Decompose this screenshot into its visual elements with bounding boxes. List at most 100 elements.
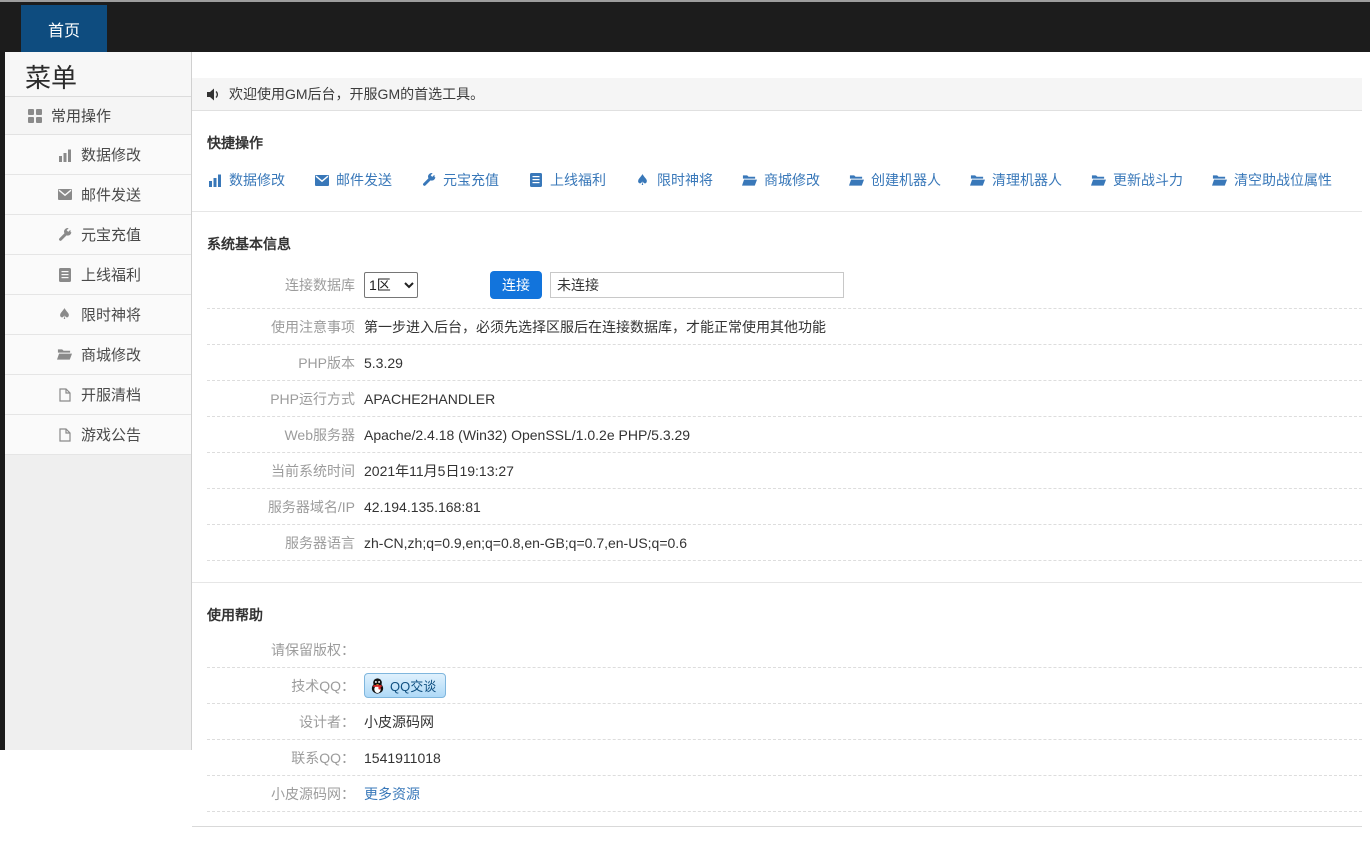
table-row: 当前系统时间 2021年11月5日19:13:27 — [207, 453, 1362, 489]
connect-status-input[interactable] — [550, 272, 844, 298]
sidebar-section-label: 常用操作 — [51, 105, 111, 126]
quick-link-label: 上线福利 — [550, 170, 606, 190]
more-resources-link[interactable]: 更多资源 — [364, 784, 420, 804]
table-row: PHP运行方式 APACHE2HANDLER — [207, 381, 1362, 417]
tech-qq-label: 技术QQ： — [207, 676, 355, 696]
tab-home[interactable]: 首页 — [21, 5, 107, 52]
sidebar-item-ingot-recharge[interactable]: 元宝充值 — [5, 215, 191, 255]
spade-icon: ♠ — [635, 173, 650, 188]
sidebar-item-limited-hero[interactable]: ♠ 限时神将 — [5, 295, 191, 335]
quick-link-data-edit[interactable]: 数据修改 — [207, 170, 285, 190]
grid-icon — [27, 109, 42, 123]
info-label: 当前系统时间 — [207, 461, 355, 481]
tab-home-label: 首页 — [48, 17, 80, 41]
folder-icon — [57, 348, 72, 361]
info-label: 服务器语言 — [207, 533, 355, 553]
table-row: 服务器域名/IP 42.194.135.168:81 — [207, 489, 1362, 525]
file-icon — [57, 388, 72, 402]
qq-penguin-icon — [370, 677, 385, 694]
designer-label: 设计者： — [207, 712, 355, 732]
folder-icon — [970, 174, 985, 187]
quick-link-mall-edit[interactable]: 商城修改 — [742, 170, 820, 190]
sidebar-section-common-ops[interactable]: 常用操作 — [5, 97, 191, 135]
copyright-row: 请保留版权： — [207, 632, 1362, 668]
info-value: 42.194.135.168:81 — [364, 499, 481, 515]
sidebar-item-label: 上线福利 — [81, 264, 141, 285]
quick-actions-title: 快捷操作 — [192, 111, 1370, 153]
quick-link-mail-send[interactable]: 邮件发送 — [314, 170, 392, 190]
table-row: 服务器语言 zh-CN,zh;q=0.9,en;q=0.8,en-GB;q=0.… — [207, 525, 1362, 561]
sidebar-title: 菜单 — [5, 52, 191, 97]
tech-qq-row: 技术QQ： QQ交谈 — [207, 668, 1362, 704]
envelope-icon — [314, 175, 329, 186]
quick-link-clean-robot[interactable]: 清理机器人 — [970, 170, 1062, 190]
info-label: 使用注意事项 — [207, 317, 355, 337]
copyright-label: 请保留版权： — [207, 640, 355, 660]
info-value: 第一步进入后台，必须先选择区服后在连接数据库，才能正常使用其他功能 — [364, 317, 826, 337]
sidebar-item-mall-edit[interactable]: 商城修改 — [5, 335, 191, 375]
quick-link-limited-hero[interactable]: ♠ 限时神将 — [635, 170, 713, 190]
folder-icon — [1091, 174, 1106, 187]
table-row: 使用注意事项 第一步进入后台，必须先选择区服后在连接数据库，才能正常使用其他功能 — [207, 309, 1362, 345]
quick-links-row: 数据修改 邮件发送 元宝充值 上线福利 ♠ 限时神将 商城修改 创建机器人 清理 — [192, 153, 1370, 190]
folder-icon — [1212, 174, 1227, 187]
help-title: 使用帮助 — [192, 583, 1370, 625]
connect-db-controls: 1区 连接 — [364, 271, 844, 299]
wrench-icon — [57, 228, 72, 242]
folder-icon — [849, 174, 864, 187]
info-value: zh-CN,zh;q=0.9,en;q=0.8,en-GB;q=0.7,en-U… — [364, 535, 687, 551]
connect-db-row: 连接数据库 1区 连接 — [207, 261, 1362, 309]
sidebar-item-label: 限时神将 — [81, 304, 141, 325]
quick-link-clear-assist-attr[interactable]: 清空助战位属性 — [1212, 170, 1332, 190]
connect-button[interactable]: 连接 — [490, 271, 542, 299]
topbar: 首页 — [0, 0, 1370, 52]
speaker-icon — [206, 88, 221, 101]
contact-qq-value: 1541911018 — [364, 750, 441, 766]
bar-chart-icon — [207, 173, 222, 187]
sidebar-item-mail-send[interactable]: 邮件发送 — [5, 175, 191, 215]
bottom-divider — [192, 826, 1362, 827]
wrench-icon — [421, 173, 436, 187]
connect-db-label: 连接数据库 — [207, 275, 355, 295]
sidebar-item-game-notice[interactable]: 游戏公告 — [5, 415, 191, 455]
system-info-table: 连接数据库 1区 连接 使用注意事项 第一步进入后台，必须先选择区服后在连接数据… — [192, 261, 1362, 561]
sidebar-item-label: 游戏公告 — [81, 424, 141, 445]
main-content: 欢迎使用GM后台，开服GM的首选工具。 快捷操作 数据修改 邮件发送 元宝充值 … — [192, 52, 1370, 827]
book-icon — [57, 268, 72, 282]
sidebar: 菜单 常用操作 数据修改 邮件发送 元宝充值 上线福利 ♠ 限时神将 — [0, 52, 192, 750]
system-info-title: 系统基本信息 — [192, 212, 1370, 254]
spade-icon: ♠ — [57, 307, 72, 322]
info-value: APACHE2HANDLER — [364, 391, 495, 407]
info-label: PHP运行方式 — [207, 389, 355, 409]
zone-select[interactable]: 1区 — [364, 272, 418, 298]
table-row: Web服务器 Apache/2.4.18 (Win32) OpenSSL/1.0… — [207, 417, 1362, 453]
quick-link-label: 限时神将 — [657, 170, 713, 190]
sidebar-item-data-edit[interactable]: 数据修改 — [5, 135, 191, 175]
contact-qq-label: 联系QQ： — [207, 748, 355, 768]
sidebar-item-label: 元宝充值 — [81, 224, 141, 245]
sidebar-item-server-wipe[interactable]: 开服清档 — [5, 375, 191, 415]
sidebar-item-label: 商城修改 — [81, 344, 141, 365]
file-icon — [57, 428, 72, 442]
qq-chat-button[interactable]: QQ交谈 — [364, 673, 446, 698]
sidebar-item-online-welfare[interactable]: 上线福利 — [5, 255, 191, 295]
quick-link-label: 商城修改 — [764, 170, 820, 190]
qq-chat-button-label: QQ交谈 — [390, 676, 436, 695]
quick-link-label: 清空助战位属性 — [1234, 170, 1332, 190]
bar-chart-icon — [57, 148, 72, 162]
quick-link-online-welfare[interactable]: 上线福利 — [528, 170, 606, 190]
folder-icon — [742, 174, 757, 187]
table-row: PHP版本 5.3.29 — [207, 345, 1362, 381]
quick-link-ingot-recharge[interactable]: 元宝充值 — [421, 170, 499, 190]
info-label: Web服务器 — [207, 425, 355, 445]
contact-qq-row: 联系QQ： 1541911018 — [207, 740, 1362, 776]
sidebar-item-label: 邮件发送 — [81, 184, 141, 205]
quick-link-create-robot[interactable]: 创建机器人 — [849, 170, 941, 190]
sidebar-item-label: 数据修改 — [81, 144, 141, 165]
quick-link-label: 邮件发送 — [336, 170, 392, 190]
info-value: Apache/2.4.18 (Win32) OpenSSL/1.0.2e PHP… — [364, 427, 690, 443]
sidebar-item-label: 开服清档 — [81, 384, 141, 405]
quick-link-update-power[interactable]: 更新战斗力 — [1091, 170, 1183, 190]
info-label: PHP版本 — [207, 353, 355, 373]
source-site-row: 小皮源码网： 更多资源 — [207, 776, 1362, 812]
